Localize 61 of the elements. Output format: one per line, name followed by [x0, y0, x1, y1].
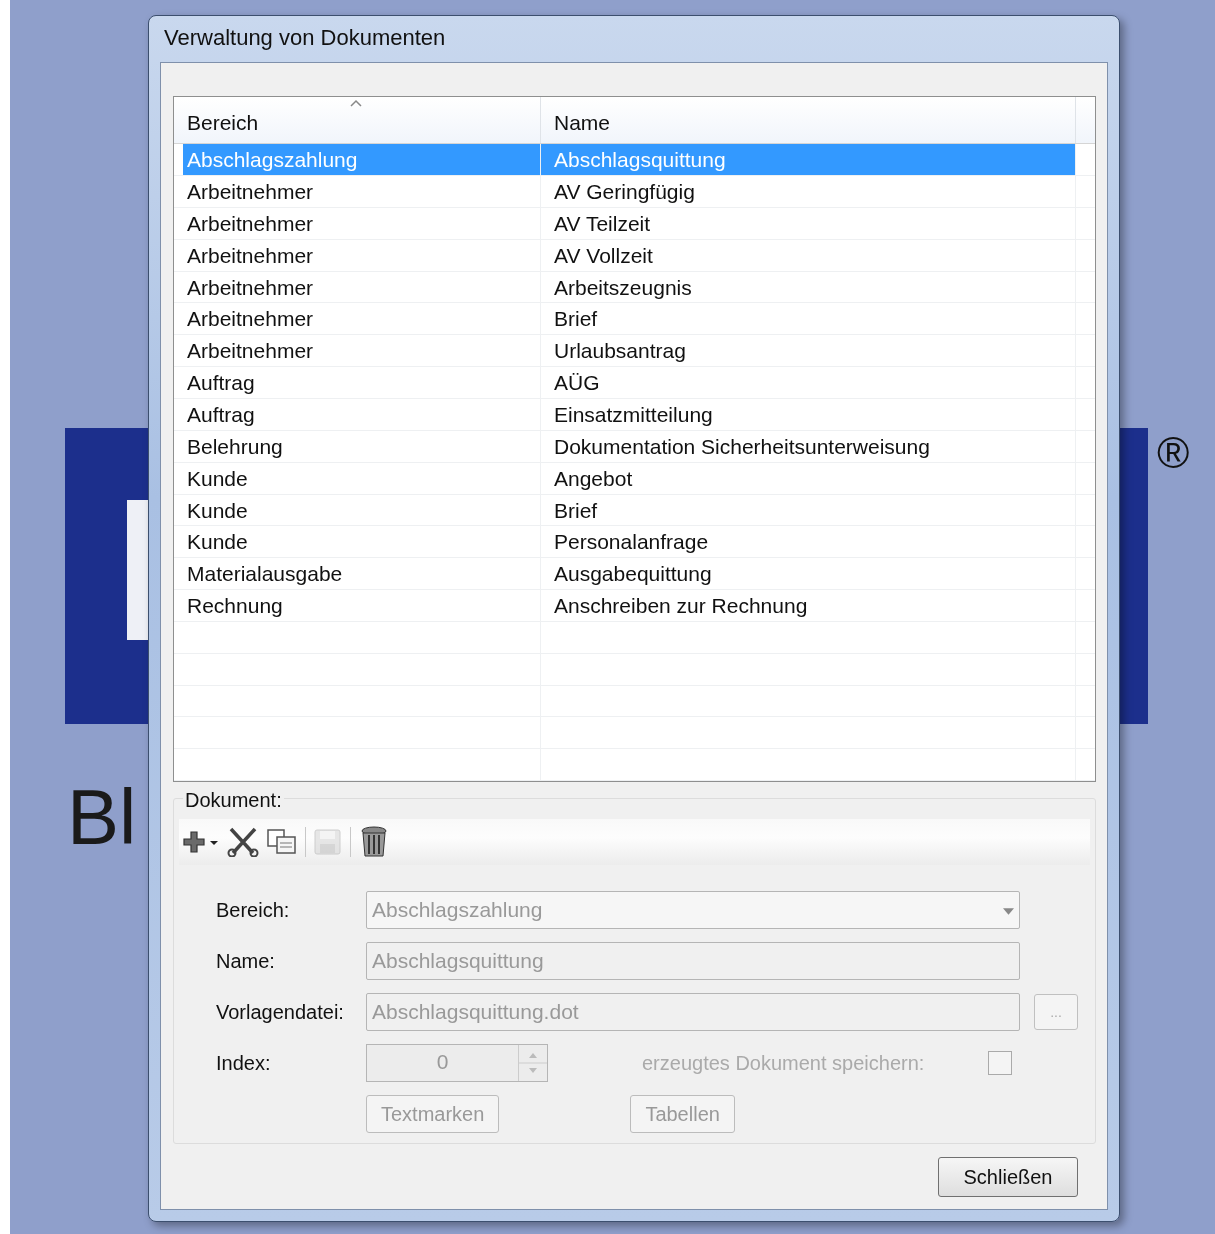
table-cell[interactable]: Auftrag: [174, 399, 541, 430]
table-cell[interactable]: Arbeitnehmer: [174, 303, 541, 335]
table-cell[interactable]: AV Vollzeit: [541, 239, 1076, 271]
table-cell[interactable]: Urlaubsantrag: [541, 335, 1076, 367]
copy-icon: [267, 829, 297, 855]
table-cell[interactable]: Materialausgabe: [174, 558, 541, 590]
table-row[interactable]: Arbeitnehmer Arbeitszeugnis: [174, 271, 1095, 304]
logo-text: Bl: [67, 772, 137, 863]
table-cell[interactable]: AV Teilzeit: [541, 207, 1076, 239]
table-row[interactable]: Arbeitnehmer AV Vollzeit: [174, 239, 1095, 272]
table-row[interactable]: Auftrag AÜG: [174, 367, 1095, 399]
table-cell[interactable]: Rechnung: [174, 590, 541, 621]
table-cell[interactable]: Arbeitnehmer: [174, 239, 541, 271]
table-cell[interactable]: Kunde: [174, 526, 541, 558]
table-row[interactable]: Arbeitnehmer AV Teilzeit: [174, 207, 1095, 240]
table-cell[interactable]: Kunde: [174, 462, 541, 494]
table-cell[interactable]: Ausgabequittung: [541, 558, 1076, 590]
table-cell[interactable]: Arbeitnehmer: [174, 207, 541, 239]
table-row[interactable]: Kunde Personalanfrage: [174, 526, 1095, 559]
table-cell[interactable]: Auftrag: [174, 367, 541, 398]
table-row[interactable]: Kunde Brief: [174, 494, 1095, 527]
toolbar-button[interactable]: [183, 829, 219, 855]
field-label: Vorlagendatei:: [216, 1000, 345, 1024]
table-cell[interactable]: Arbeitszeugnis: [541, 271, 1076, 303]
table-cell[interactable]: Brief: [541, 494, 1076, 526]
table-row[interactable]: Arbeitnehmer AV Geringfügig: [174, 176, 1095, 208]
plus-dropdown-icon: [183, 829, 219, 855]
table-cell[interactable]: Brief: [541, 303, 1076, 335]
trademark-symbol: ®: [1157, 428, 1190, 478]
close-button[interactable]: Schließen: [938, 1157, 1078, 1197]
table-cell[interactable]: Einsatzmitteilung: [541, 399, 1076, 430]
toolbar-button[interactable]: [227, 827, 259, 857]
table-cell[interactable]: Arbeitnehmer: [174, 335, 541, 367]
field-label: Bereich:: [216, 898, 291, 922]
table-cell[interactable]: Personalanfrage: [541, 526, 1076, 558]
table-row[interactable]: Arbeitnehmer Brief: [174, 303, 1095, 336]
field-label: Name:: [216, 949, 276, 973]
table-cell[interactable]: AV Geringfügig: [541, 176, 1076, 207]
column-header[interactable]: Name: [541, 97, 1076, 144]
field-label: Index:: [216, 1051, 272, 1075]
table-cell[interactable]: AÜG: [541, 367, 1076, 398]
table-row[interactable]: Belehrung Dokumentation Sicherheitsunterweisung: [174, 430, 1095, 463]
window-title: Verwaltung von Dokumenten: [163, 24, 447, 52]
table-cell[interactable]: Anschreiben zur Rechnung: [541, 590, 1076, 621]
trash-can-icon: [359, 826, 389, 858]
table-cell[interactable]: Angebot: [541, 462, 1076, 494]
table-row[interactable]: Arbeitnehmer Urlaubsantrag: [174, 335, 1095, 368]
table-row[interactable]: Auftrag Einsatzmitteilung: [174, 399, 1095, 431]
table-cell[interactable]: Arbeitnehmer: [174, 176, 541, 207]
table-cell[interactable]: Kunde: [174, 494, 541, 526]
table-row[interactable]: Rechnung Anschreiben zur Rechnung: [174, 590, 1095, 622]
scissors-icon: [227, 827, 259, 857]
table-cell[interactable]: Dokumentation Sicherheitsunterweisung: [541, 430, 1076, 462]
toolbar-button[interactable]: [359, 826, 389, 858]
checkbox-label: erzeugtes Dokument speichern:: [642, 1051, 925, 1075]
column-header[interactable]: Bereich: [174, 97, 541, 144]
table-row[interactable]: Kunde Angebot: [174, 462, 1095, 495]
dropdown-arrow-icon: [1003, 908, 1014, 915]
table-cell[interactable]: Arbeitnehmer: [174, 271, 541, 303]
table-row[interactable]: Materialausgabe Ausgabequittung: [174, 558, 1095, 591]
table-cell[interactable]: Belehrung: [174, 430, 541, 462]
